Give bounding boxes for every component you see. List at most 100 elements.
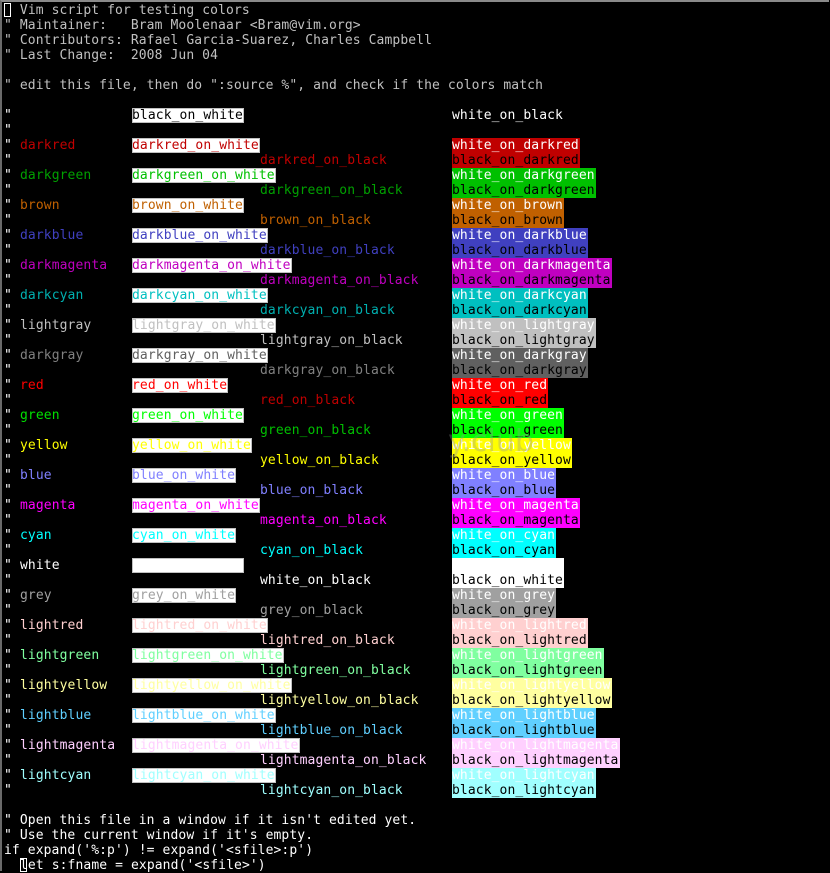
sample-black-on-lightgreen: black_on_lightgreen <box>452 663 604 678</box>
sample-darkcyan-on-white: darkcyan_on_white <box>132 288 268 303</box>
sample-white-on-darkblue: white_on_darkblue <box>452 228 588 243</box>
color-row-lightyellow-2: " lightyellow_on_black black_on_lightyello… <box>4 693 830 708</box>
sample-darkcyan-on-black: darkcyan_on_black <box>260 303 395 318</box>
sample-lightgray-on-black: lightgray_on_black <box>260 333 403 348</box>
sample-black-on-lightgray: black_on_lightgray <box>452 333 596 348</box>
sample-white-on-darkgray: white_on_darkgray <box>452 348 588 363</box>
sample-darkgreen-on-black: darkgreen_on_black <box>260 183 403 198</box>
color-row-darkcyan: " darkcyan darkcyan_on_white white_on_darkc… <box>4 288 830 303</box>
vim-terminal-window[interactable]: Vim script for testing colors " Maintaine… <box>0 0 830 873</box>
color-row-darkmagenta: " darkmagenta darkmagenta_on_white white_on… <box>4 258 830 273</box>
sample-lightmagenta-on-white: lightmagenta_on_white <box>132 738 300 753</box>
color-row-brown-2: " brown_on_black black_on_brown <box>4 213 830 228</box>
sample-darkred-on-white: darkred_on_white <box>132 138 260 153</box>
sample-green-on-black: green_on_black <box>260 423 371 438</box>
color-row-lightgray-2: " lightgray_on_black black_on_lightgray <box>4 333 830 348</box>
color-row-darkgray: " darkgray darkgray_on_white white_on_darkg… <box>4 348 830 363</box>
comment-quote: " <box>4 138 12 153</box>
comment-quote: " <box>4 408 12 423</box>
sample-yellow-on-black: yellow_on_black <box>260 453 379 468</box>
comment-quote: " <box>4 543 12 558</box>
sample-lightmagenta-on-black: lightmagenta_on_black <box>260 753 427 768</box>
sample-lightgray-on-white: lightgray_on_white <box>132 318 276 333</box>
sample-lightblue-on-black: lightblue_on_black <box>260 723 403 738</box>
comment-quote: " <box>4 348 12 363</box>
comment-quote: " <box>4 438 12 453</box>
footer-comment: " Use the current window if it's empty. <box>4 828 314 843</box>
sample-black-on-darkgreen: black_on_darkgreen <box>452 183 596 198</box>
sample-white-on-white: white_on_white <box>452 558 564 573</box>
sample-black-on-brown: black_on_brown <box>452 213 564 228</box>
cursor-icon <box>4 3 11 18</box>
sample-magenta-on-white: magenta_on_white <box>132 498 260 513</box>
comment-quote: " <box>4 528 12 543</box>
header-line: " Last Change: 2008 Jun 04 <box>4 48 830 63</box>
color-label-darkmagenta: darkmagenta <box>20 258 108 273</box>
comment-quote: " <box>4 393 12 408</box>
sample-white-on-white: white_on_white <box>132 558 244 573</box>
comment-quote: " <box>4 183 12 198</box>
comment-quote: " <box>4 468 12 483</box>
color-label-lightblue: lightblue <box>20 708 92 723</box>
sample-white-on-yellow: white_on_yellow <box>452 438 572 453</box>
header-line: " edit this file, then do ":source %", a… <box>4 78 830 93</box>
sample-black-on-red: black_on_red <box>452 393 548 408</box>
sample-black-on-lightcyan: black_on_lightcyan <box>452 783 596 798</box>
comment-quote: " <box>4 213 12 228</box>
sample-white-on-brown: white_on_brown <box>452 198 564 213</box>
sample-white-on-darkred: white_on_darkred <box>452 138 580 153</box>
sample-lightgreen-on-white: lightgreen_on_white <box>132 648 284 663</box>
sample-brown-on-black: brown_on_black <box>260 213 371 228</box>
color-row-red: " red red_on_white white_on_red <box>4 378 830 393</box>
comment-quote: " <box>4 663 12 678</box>
sample-blue-on-black: blue_on_black <box>260 483 364 498</box>
comment-quote: " <box>4 648 12 663</box>
comment-quote: " <box>4 558 12 573</box>
comment-quote: " <box>4 618 12 633</box>
sample-black-on-darkblue: black_on_darkblue <box>452 243 588 258</box>
comment-quote: " <box>4 513 12 528</box>
color-row-green: " green green_on_white white_on_green <box>4 408 830 423</box>
color-row-green-2: " green_on_black black_on_green <box>4 423 830 438</box>
sample-blue-on-white: blue_on_white <box>132 468 236 483</box>
comment-quote: " <box>4 693 12 708</box>
comment-quote: " <box>4 363 12 378</box>
color-row-lightcyan: " lightcyan lightcyan_on_white white_on_lig… <box>4 768 830 783</box>
sample-black-on-cyan: black_on_cyan <box>452 543 556 558</box>
sample-white-on-lightyellow: white_on_lightyellow <box>452 678 612 693</box>
sample-white-on-lightmagenta: white_on_lightmagenta <box>452 738 620 753</box>
sample-black-on-grey: black_on_grey <box>452 603 556 618</box>
sample-green-on-white: green_on_white <box>132 408 244 423</box>
sample-black-on-lightmagenta: black_on_lightmagenta <box>452 753 620 768</box>
comment-quote: " <box>4 378 12 393</box>
comment-quote: " <box>4 768 12 783</box>
sample-magenta-on-black: magenta_on_black <box>260 513 387 528</box>
color-row-lightgreen: " lightgreen lightgreen_on_white white_on_l… <box>4 648 830 663</box>
comment-quote: " <box>4 303 12 318</box>
header-text: " Contributors: Rafael Garcia-Suarez, Ch… <box>4 33 433 48</box>
footer-code: if expand('%:p') != expand('<sfile>:p') <box>4 843 314 858</box>
color-row-lightgreen-2: " lightgreen_on_black black_on_lightgreen <box>4 663 830 678</box>
baseline-row: " black_on_white white_on_black <box>4 108 830 123</box>
sample-brown-on-white: brown_on_white <box>132 198 244 213</box>
header-line <box>4 63 830 78</box>
color-label-white: white <box>20 558 60 573</box>
comment-quote: " <box>4 153 12 168</box>
comment-quote: " <box>4 753 12 768</box>
sample-darkmagenta-on-black: darkmagenta_on_black <box>260 273 419 288</box>
comment-quote: " <box>4 123 12 138</box>
sample-white-on-black: white_on_black <box>452 108 564 123</box>
sample-lightred-on-black: lightred_on_black <box>260 633 395 648</box>
comment-quote: " <box>4 573 12 588</box>
color-row-lightcyan-2: " lightcyan_on_black black_on_lightcyan <box>4 783 830 798</box>
color-row-grey-2: " grey_on_black black_on_grey <box>4 603 830 618</box>
color-row-yellow-2: " yellow_on_black black_on_yellow <box>4 453 830 468</box>
color-label-red: red <box>20 378 44 393</box>
sample-grey-on-white: grey_on_white <box>132 588 236 603</box>
sample-lightgreen-on-black: lightgreen_on_black <box>260 663 411 678</box>
comment-quote: " <box>4 678 12 693</box>
baseline-row-2: " <box>4 123 830 138</box>
sample-red-on-black: red_on_black <box>260 393 356 408</box>
color-row-magenta: " magenta magenta_on_white white_on_magenta <box>4 498 830 513</box>
footer-line: let s:fname = expand('<sfile>') <box>4 858 830 873</box>
